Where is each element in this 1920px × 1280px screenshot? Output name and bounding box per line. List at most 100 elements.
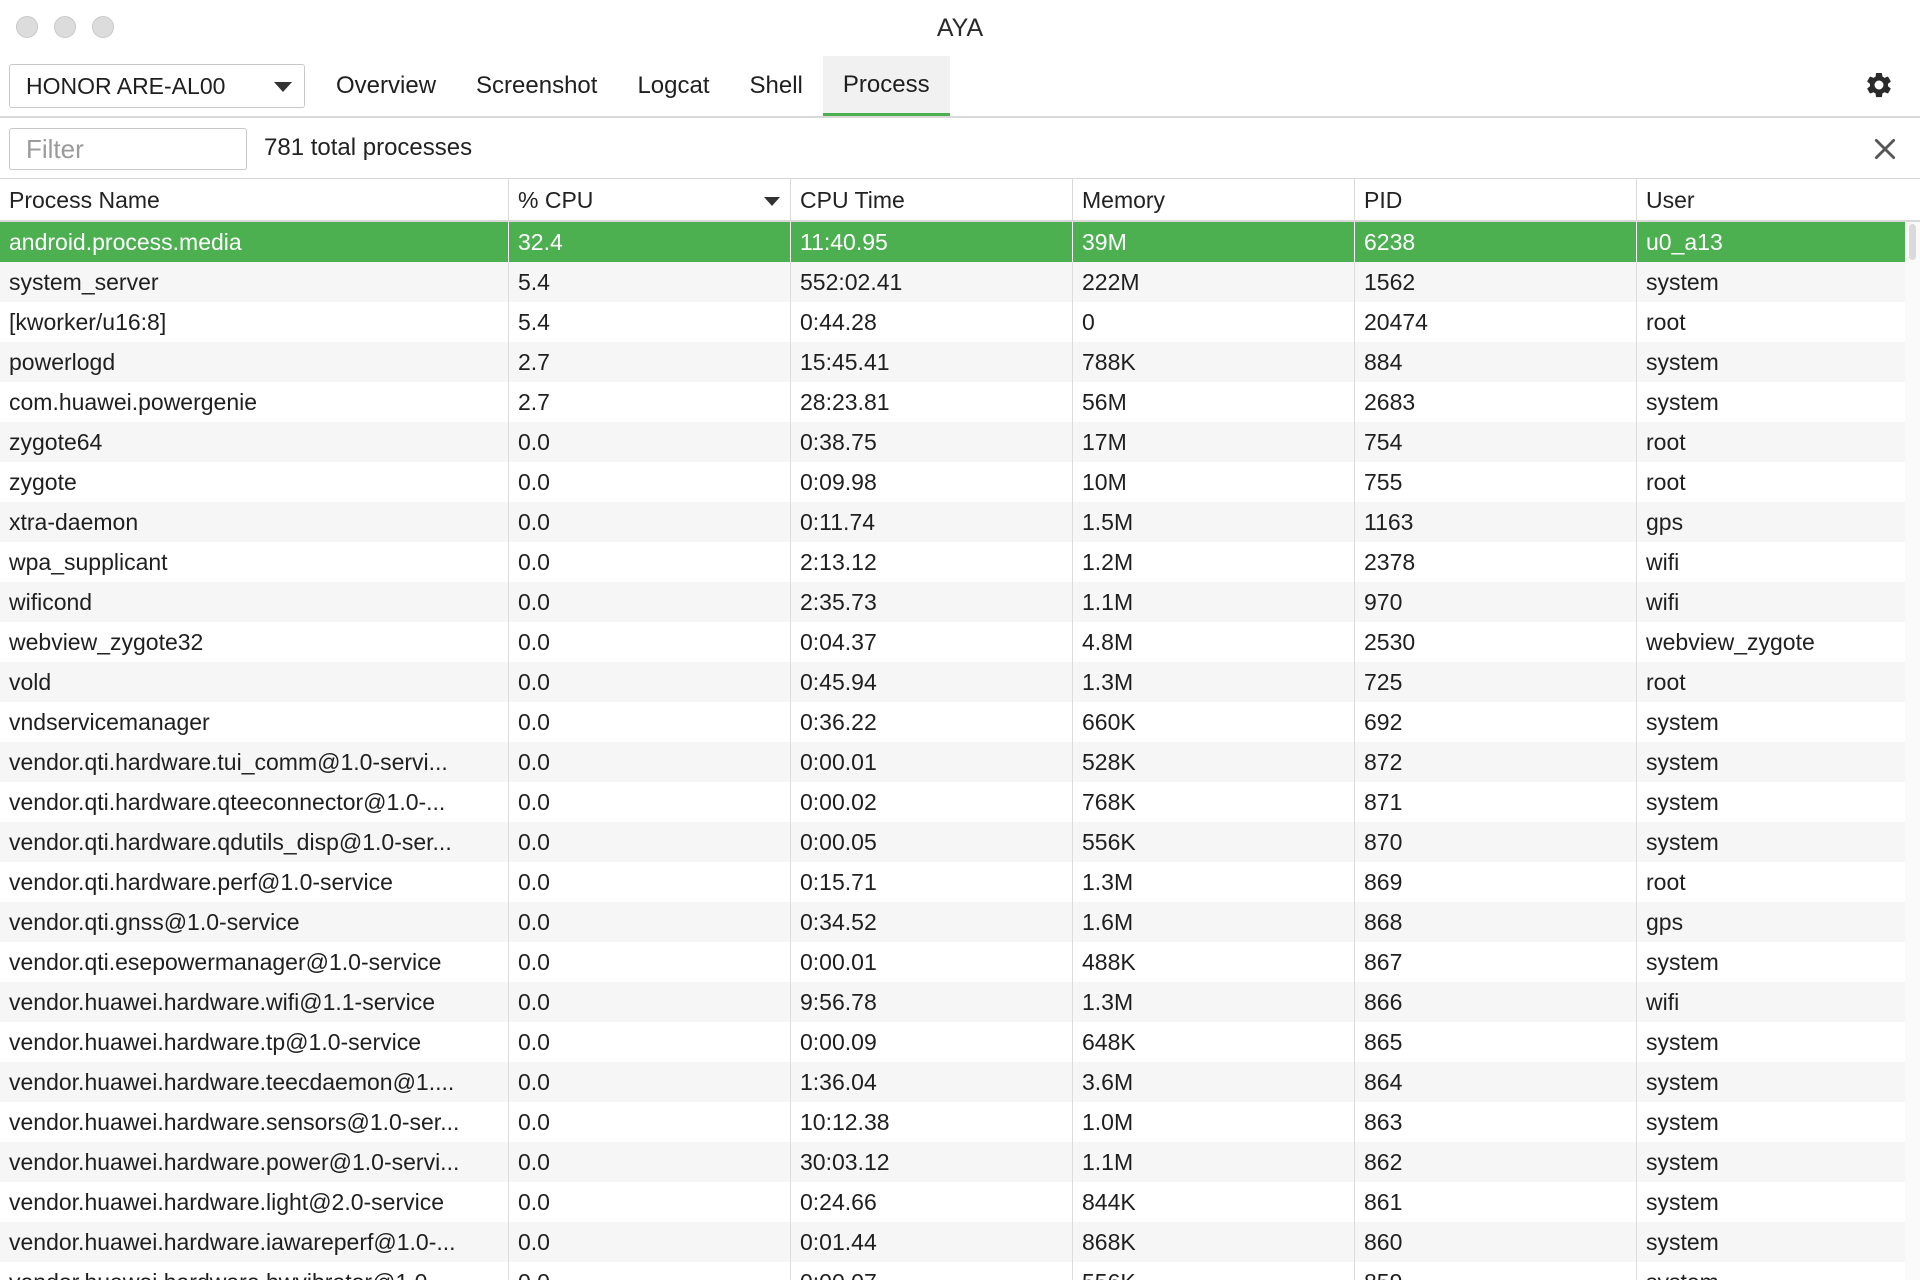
table-row[interactable]: android.process.media 32.4 11:40.95 39M 6238… bbox=[0, 222, 1905, 262]
memory-cell: 844K bbox=[1073, 1182, 1355, 1222]
tab-overview[interactable]: Overview bbox=[316, 56, 456, 116]
user-cell: root bbox=[1646, 309, 1686, 335]
table-row[interactable]: vendor.huawei.hardware.tp@1.0-service 0.0… bbox=[0, 1022, 1905, 1062]
process-name-cell: xtra-daemon bbox=[0, 502, 509, 542]
table-row[interactable]: vendor.qti.gnss@1.0-service 0.0 0:34.52 1.6… bbox=[0, 902, 1905, 942]
column-header-user[interactable]: User bbox=[1637, 179, 1905, 221]
table-row[interactable]: xtra-daemon 0.0 0:11.74 1.5M 1163 gps bbox=[0, 502, 1905, 542]
filter-input[interactable] bbox=[9, 128, 247, 170]
cpu-time-cell: 0:09.98 bbox=[791, 462, 1073, 502]
cpu-time-cell: 0:00.01 bbox=[791, 942, 1073, 982]
device-select-value: HONOR ARE-AL00 bbox=[26, 72, 226, 99]
process-name-cell: vendor.huawei.hardware.wifi@1.1-service bbox=[0, 982, 509, 1022]
cpu-percent-cell: 0.0 bbox=[509, 1142, 791, 1182]
table-row[interactable]: vendor.qti.hardware.qteeconnector@1.0-..… bbox=[0, 782, 1905, 822]
column-header-memory[interactable]: Memory bbox=[1073, 179, 1355, 221]
table-row[interactable]: zygote64 0.0 0:38.75 17M 754 root bbox=[0, 422, 1905, 462]
title-bar: AYA bbox=[0, 0, 1920, 56]
memory-cell: 1.1M bbox=[1073, 1142, 1355, 1182]
tab-process[interactable]: Process bbox=[822, 56, 950, 116]
table-row[interactable]: vendor.qti.hardware.qdutils_disp@1.0-ser… bbox=[0, 822, 1905, 862]
pid-cell: 2530 bbox=[1355, 622, 1637, 662]
pid-cell: 2378 bbox=[1355, 542, 1637, 582]
user-cell: webview_zygote bbox=[1646, 629, 1815, 655]
column-header-process-name[interactable]: Process Name bbox=[0, 179, 509, 221]
tab-bar: Overview Screenshot Logcat Shell Process bbox=[316, 56, 950, 116]
scrollbar-thumb[interactable] bbox=[1909, 224, 1916, 260]
table-row[interactable]: vendor.huawei.hardware.power@1.0-servi..… bbox=[0, 1142, 1905, 1182]
user-cell: wifi bbox=[1646, 989, 1680, 1015]
table-row[interactable]: wpa_supplicant 0.0 2:13.12 1.2M 2378 wifi bbox=[0, 542, 1905, 582]
table-row[interactable]: system_server 5.4 552:02.41 222M 1562 system bbox=[0, 262, 1905, 302]
process-name-cell: vndservicemanager bbox=[0, 702, 509, 742]
minimize-window-button[interactable] bbox=[54, 16, 76, 38]
process-name-cell: webview_zygote32 bbox=[0, 622, 509, 662]
memory-cell: 4.8M bbox=[1073, 622, 1355, 662]
table-row[interactable]: vendor.huawei.hardware.iawareperf@1.0-..… bbox=[0, 1222, 1905, 1262]
user-cell: system bbox=[1637, 1262, 1905, 1280]
table-row[interactable]: webview_zygote32 0.0 0:04.37 4.8M 2530 webvie… bbox=[0, 622, 1905, 662]
pid-cell: 884 bbox=[1355, 342, 1637, 382]
memory-cell: 222M bbox=[1073, 262, 1355, 302]
cpu-percent-cell: 32.4 bbox=[509, 222, 791, 262]
zoom-window-button[interactable] bbox=[92, 16, 114, 38]
tab-logcat[interactable]: Logcat bbox=[617, 56, 729, 116]
table-row[interactable]: vendor.huawei.hardware.light@2.0-service… bbox=[0, 1182, 1905, 1222]
close-icon[interactable] bbox=[1872, 136, 1898, 162]
process-name-cell: com.huawei.powergenie bbox=[0, 382, 509, 422]
cpu-time-cell: 0:11.74 bbox=[791, 502, 1073, 542]
window-title: AYA bbox=[936, 13, 984, 42]
column-header-pid[interactable]: PID bbox=[1355, 179, 1637, 221]
cpu-percent-cell: 0.0 bbox=[509, 982, 791, 1022]
process-name-cell: vendor.qti.hardware.perf@1.0-service bbox=[0, 862, 509, 902]
column-header-label: PID bbox=[1364, 186, 1403, 213]
close-window-button[interactable] bbox=[16, 16, 38, 38]
gear-icon[interactable] bbox=[1864, 70, 1894, 100]
user-cell: gps bbox=[1646, 909, 1684, 935]
table-row[interactable]: vold 0.0 0:45.94 1.3M 725 root bbox=[0, 662, 1905, 702]
pid-cell: 20474 bbox=[1355, 302, 1637, 342]
cpu-time-cell: 0:00.02 bbox=[791, 782, 1073, 822]
table-row[interactable]: vendor.qti.esepowermanager@1.0-service 0.… bbox=[0, 942, 1905, 982]
user-cell: root bbox=[1646, 669, 1686, 695]
vertical-scrollbar[interactable] bbox=[1905, 222, 1920, 1280]
memory-cell: 648K bbox=[1073, 1022, 1355, 1062]
table-row[interactable]: wificond 0.0 2:35.73 1.1M 970 wifi bbox=[0, 582, 1905, 622]
memory-cell: 56M bbox=[1073, 382, 1355, 422]
table-row[interactable]: zygote 0.0 0:09.98 10M 755 root bbox=[0, 462, 1905, 502]
table-row[interactable]: vendor.huawei.hardware.sensors@1.0-ser..… bbox=[0, 1102, 1905, 1142]
tab-screenshot[interactable]: Screenshot bbox=[456, 56, 617, 116]
process-name-cell: vendor.huawei.hardware.teecdaemon@1.... bbox=[0, 1062, 509, 1102]
table-row[interactable]: vendor.huawei.hardware.wifi@1.1-service 0… bbox=[0, 982, 1905, 1022]
cpu-percent-cell: 0.0 bbox=[509, 582, 791, 622]
user-cell: gps bbox=[1646, 509, 1684, 535]
memory-cell: 868K bbox=[1073, 1222, 1355, 1262]
table-row[interactable]: powerlogd 2.7 15:45.41 788K 884 system bbox=[0, 342, 1905, 382]
cpu-time-cell: 0:34.52 bbox=[791, 902, 1073, 942]
column-header-cpu-time[interactable]: CPU Time bbox=[791, 179, 1073, 221]
process-name-cell: powerlogd bbox=[0, 342, 509, 382]
table-row[interactable]: vendor.qti.hardware.perf@1.0-service 0.0 0… bbox=[0, 862, 1905, 902]
tab-shell[interactable]: Shell bbox=[730, 56, 823, 116]
cpu-percent-cell: 0.0 bbox=[509, 1102, 791, 1142]
pid-cell: 867 bbox=[1355, 942, 1637, 982]
table-row[interactable]: com.huawei.powergenie 2.7 28:23.81 56M 2683 s… bbox=[0, 382, 1905, 422]
column-header-label: CPU Time bbox=[800, 186, 905, 213]
pid-cell: 6238 bbox=[1355, 222, 1637, 262]
cpu-time-cell: 0:00.09 bbox=[791, 1022, 1073, 1062]
memory-cell: 10M bbox=[1073, 462, 1355, 502]
column-header-label: Process Name bbox=[9, 186, 160, 213]
column-header-cpu[interactable]: % CPU bbox=[509, 179, 791, 221]
user-cell: wifi bbox=[1646, 549, 1680, 575]
device-select[interactable]: HONOR ARE-AL00 bbox=[9, 64, 305, 108]
pid-cell: 692 bbox=[1355, 702, 1637, 742]
filter-bar: 781 total processes bbox=[0, 118, 1920, 178]
memory-cell: 17M bbox=[1073, 422, 1355, 462]
table-row[interactable]: vendor.huawei.hardware.teecdaemon@1.... 0… bbox=[0, 1062, 1905, 1102]
process-name-cell: vendor.qti.hardware.qdutils_disp@1.0-ser… bbox=[0, 822, 509, 862]
table-row[interactable]: vndservicemanager 0.0 0:36.22 660K 692 system bbox=[0, 702, 1905, 742]
cpu-percent-cell: 5.4 bbox=[509, 262, 791, 302]
table-row[interactable]: vendor.huawei.hardware.hwvibrator@1.0-..… bbox=[0, 1262, 1905, 1280]
table-row[interactable]: vendor.qti.hardware.tui_comm@1.0-servi..… bbox=[0, 742, 1905, 782]
table-row[interactable]: [kworker/u16:8] 5.4 0:44.28 0 20474 root bbox=[0, 302, 1905, 342]
